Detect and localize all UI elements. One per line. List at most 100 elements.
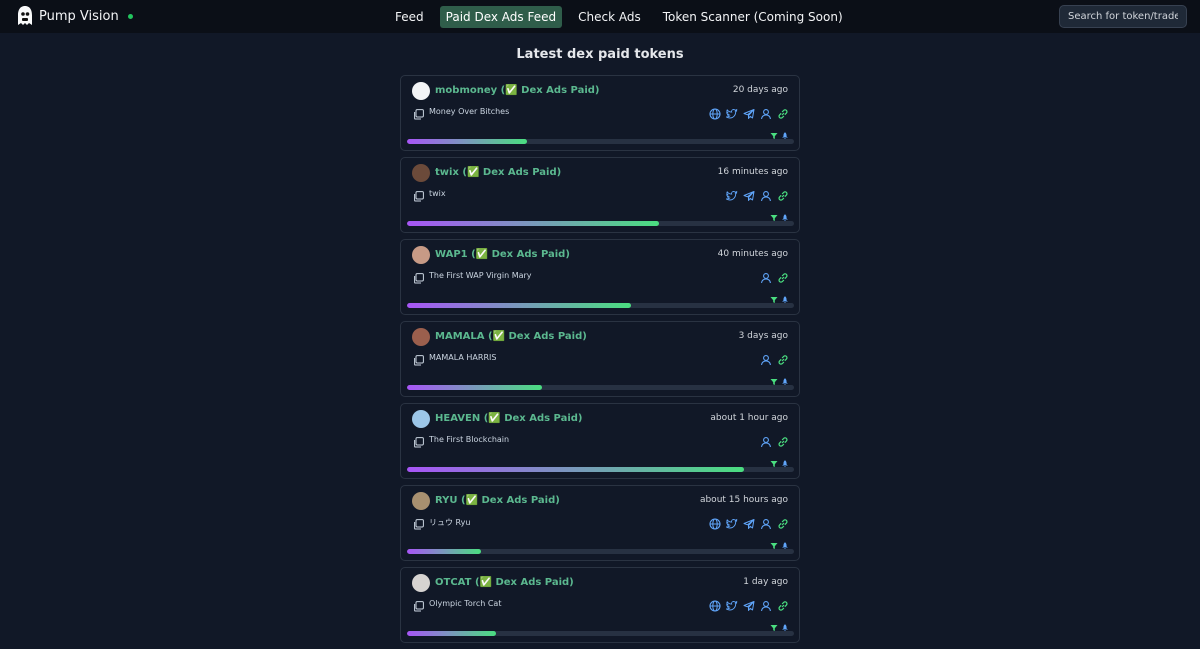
dex-paid-badge: (✅ Dex Ads Paid) xyxy=(500,85,600,96)
telegram-icon[interactable] xyxy=(743,187,755,201)
link-icon[interactable] xyxy=(777,433,789,447)
filter-icon[interactable] xyxy=(770,535,778,549)
progress-bar xyxy=(407,549,794,554)
search-input[interactable] xyxy=(1059,5,1187,28)
copy-icon[interactable] xyxy=(413,433,424,448)
token-card[interactable]: HEAVEN (✅ Dex Ads Paid) about 1 hour ago T… xyxy=(400,403,800,479)
globe-icon[interactable] xyxy=(709,597,721,612)
telegram-icon[interactable] xyxy=(743,597,755,611)
token-title[interactable]: twix (✅ Dex Ads Paid) xyxy=(435,167,561,178)
token-title[interactable]: WAP1 (✅ Dex Ads Paid) xyxy=(435,249,570,260)
quick-actions xyxy=(767,535,789,550)
filter-icon[interactable] xyxy=(770,207,778,221)
copy-icon[interactable] xyxy=(413,597,424,612)
token-feed: mobmoney (✅ Dex Ads Paid) 20 days ago Mone… xyxy=(400,75,800,649)
link-icon[interactable] xyxy=(777,351,789,365)
token-title[interactable]: OTCAT (✅ Dex Ads Paid) xyxy=(435,577,574,588)
token-title[interactable]: MAMALA (✅ Dex Ads Paid) xyxy=(435,331,587,342)
telegram-icon[interactable] xyxy=(743,105,755,119)
dex-paid-badge: (✅ Dex Ads Paid) xyxy=(483,413,583,424)
user-icon[interactable] xyxy=(760,269,772,284)
token-card[interactable]: twix (✅ Dex Ads Paid) 16 minutes ago twix xyxy=(400,157,800,233)
token-card[interactable]: RYU (✅ Dex Ads Paid) about 15 hours ago リュ… xyxy=(400,485,800,561)
social-links xyxy=(721,187,789,202)
rocket-icon[interactable] xyxy=(781,453,789,468)
rocket-icon[interactable] xyxy=(781,535,789,550)
token-time: about 1 hour ago xyxy=(710,413,788,423)
filter-icon[interactable] xyxy=(770,125,778,139)
progress-bar xyxy=(407,385,794,390)
copy-icon[interactable] xyxy=(413,269,424,284)
nav-check-ads[interactable]: Check Ads xyxy=(572,6,647,28)
copy-icon[interactable] xyxy=(413,187,424,202)
rocket-icon[interactable] xyxy=(781,617,789,632)
filter-icon[interactable] xyxy=(770,289,778,303)
filter-icon[interactable] xyxy=(770,617,778,631)
progress-bar xyxy=(407,303,794,308)
twitter-icon[interactable] xyxy=(724,515,738,529)
main-nav: Feed Paid Dex Ads Feed Check Ads Token Scan… xyxy=(389,6,859,28)
rocket-icon[interactable] xyxy=(781,125,789,140)
progress-fill xyxy=(407,221,659,226)
nav-feed[interactable]: Feed xyxy=(389,6,430,28)
user-icon[interactable] xyxy=(760,351,772,366)
progress-fill xyxy=(407,385,543,390)
nav-token-scanner-coming-soon[interactable]: Token Scanner (Coming Soon) xyxy=(657,6,849,28)
quick-actions xyxy=(767,125,789,140)
user-icon[interactable] xyxy=(760,433,772,448)
globe-icon[interactable] xyxy=(709,105,721,120)
filter-icon[interactable] xyxy=(770,371,778,385)
progress-bar xyxy=(407,221,794,226)
token-title[interactable]: RYU (✅ Dex Ads Paid) xyxy=(435,495,560,506)
token-card[interactable]: WAP1 (✅ Dex Ads Paid) 40 minutes ago The F… xyxy=(400,239,800,315)
twitter-icon[interactable] xyxy=(724,187,738,201)
filter-icon[interactable] xyxy=(770,453,778,467)
twitter-icon[interactable] xyxy=(724,597,738,611)
globe-icon[interactable] xyxy=(709,515,721,530)
quick-actions xyxy=(767,207,789,222)
token-title[interactable]: mobmoney (✅ Dex Ads Paid) xyxy=(435,85,599,96)
dex-paid-badge: (✅ Dex Ads Paid) xyxy=(487,331,587,342)
progress-fill xyxy=(407,549,481,554)
token-description: The First Blockchain xyxy=(429,435,510,444)
token-card[interactable]: MAMALA (✅ Dex Ads Paid) 3 days ago MAMALA … xyxy=(400,321,800,397)
token-card[interactable]: mobmoney (✅ Dex Ads Paid) 20 days ago Mone… xyxy=(400,75,800,151)
social-links xyxy=(755,433,789,448)
token-symbol: OTCAT xyxy=(435,577,472,588)
copy-icon[interactable] xyxy=(413,105,424,120)
link-icon[interactable] xyxy=(777,269,789,283)
link-icon[interactable] xyxy=(777,597,789,611)
token-description: リュウ Ryu xyxy=(429,518,471,527)
token-avatar xyxy=(412,82,430,100)
link-icon[interactable] xyxy=(777,515,789,529)
link-icon[interactable] xyxy=(777,105,789,119)
rocket-icon[interactable] xyxy=(781,289,789,304)
social-links xyxy=(704,105,789,120)
token-time: 1 day ago xyxy=(743,577,788,587)
token-title[interactable]: HEAVEN (✅ Dex Ads Paid) xyxy=(435,413,583,424)
nav-paid-dex-ads-feed[interactable]: Paid Dex Ads Feed xyxy=(439,6,563,28)
twitter-icon[interactable] xyxy=(724,105,738,119)
copy-icon[interactable] xyxy=(413,515,424,530)
user-icon[interactable] xyxy=(760,187,772,202)
telegram-icon[interactable] xyxy=(743,515,755,529)
user-icon[interactable] xyxy=(760,105,772,120)
brand[interactable]: Pump Vision xyxy=(16,5,133,27)
token-avatar xyxy=(412,574,430,592)
token-avatar xyxy=(412,246,430,264)
token-symbol: RYU xyxy=(435,495,458,506)
rocket-icon[interactable] xyxy=(781,371,789,386)
dex-paid-badge: (✅ Dex Ads Paid) xyxy=(471,249,570,260)
progress-fill xyxy=(407,467,744,472)
token-card[interactable]: OTCAT (✅ Dex Ads Paid) 1 day ago Olympic T… xyxy=(400,567,800,643)
rocket-icon[interactable] xyxy=(781,207,789,222)
token-time: 16 minutes ago xyxy=(717,167,788,177)
link-icon[interactable] xyxy=(777,187,789,201)
user-icon[interactable] xyxy=(760,515,772,530)
dex-paid-badge: (✅ Dex Ads Paid) xyxy=(461,495,560,506)
progress-bar xyxy=(407,631,794,636)
user-icon[interactable] xyxy=(760,597,772,612)
copy-icon[interactable] xyxy=(413,351,424,366)
progress-fill xyxy=(407,139,527,144)
status-indicator xyxy=(127,13,133,19)
